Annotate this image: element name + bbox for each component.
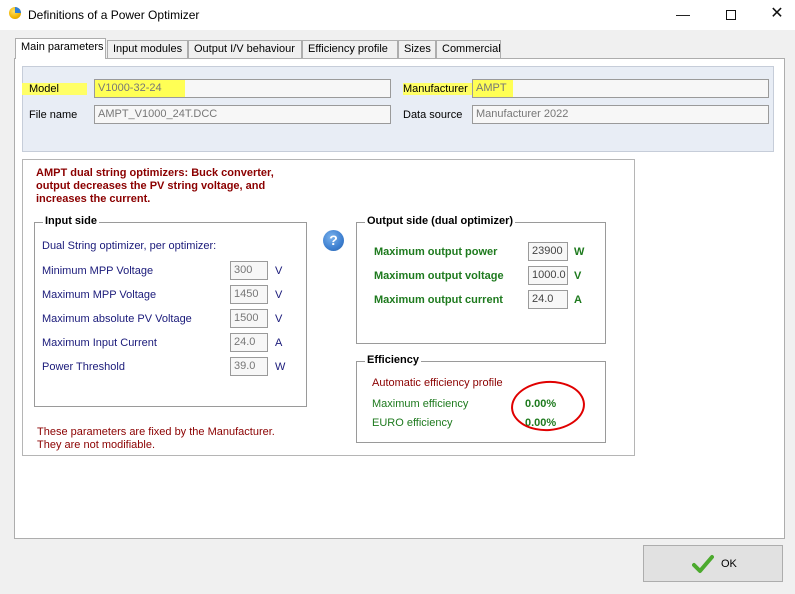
- max-mpp-voltage-field[interactable]: 1450: [230, 285, 268, 304]
- max-input-current-unit: A: [275, 337, 283, 349]
- power-threshold-field[interactable]: 39.0: [230, 357, 268, 376]
- max-output-power-label: Maximum output power: [374, 246, 498, 258]
- max-mpp-voltage-unit: V: [275, 289, 283, 301]
- dialog-window: Definitions of a Power Optimizer — ✕ Mai…: [0, 0, 795, 594]
- model-label: Model: [22, 83, 87, 95]
- efficiency-profile-label: Automatic efficiency profile: [372, 377, 503, 389]
- tab-efficiency-profile[interactable]: Efficiency profile: [302, 40, 398, 58]
- data-source-field[interactable]: Manufacturer 2022: [472, 105, 769, 124]
- power-threshold-unit: W: [275, 361, 286, 373]
- max-efficiency-label: Maximum efficiency: [372, 398, 469, 410]
- ok-button[interactable]: OK: [643, 545, 783, 582]
- efficiency-title: Efficiency: [365, 354, 421, 366]
- tab-sizes[interactable]: Sizes: [398, 40, 436, 58]
- max-output-voltage-label: Maximum output voltage: [374, 270, 504, 282]
- close-button[interactable]: ✕: [754, 0, 795, 30]
- optimizer-description: AMPT dual string optimizers: Buck conver…: [36, 167, 274, 205]
- max-pv-voltage-unit: V: [275, 313, 283, 325]
- app-logo-icon: [9, 7, 21, 19]
- max-output-voltage-field[interactable]: 1000.0: [528, 266, 568, 285]
- output-side-title: Output side (dual optimizer): [365, 215, 516, 227]
- model-field[interactable]: V1000-32-24: [94, 79, 391, 98]
- tab-main-parameters[interactable]: Main parameters: [15, 38, 106, 59]
- min-mpp-voltage-unit: V: [275, 265, 283, 277]
- file-name-label: File name: [29, 109, 78, 121]
- input-side-title: Input side: [43, 215, 99, 227]
- maximize-button[interactable]: [708, 0, 754, 30]
- tab-commercial[interactable]: Commercial: [436, 40, 501, 58]
- tab-input-modules[interactable]: Input modules: [107, 40, 188, 58]
- help-icon[interactable]: ?: [323, 230, 344, 251]
- max-output-voltage-unit: V: [574, 270, 582, 282]
- euro-efficiency-label: EURO efficiency: [372, 417, 453, 429]
- power-threshold-label: Power Threshold: [42, 361, 125, 373]
- max-output-power-field[interactable]: 23900: [528, 242, 568, 261]
- output-side-group: Output side (dual optimizer) Maximum out…: [356, 215, 606, 344]
- maximize-icon: [726, 10, 736, 20]
- checkmark-icon: [692, 555, 714, 573]
- manufacturer-label: Manufacturer: [403, 83, 480, 95]
- max-output-power-unit: W: [574, 246, 585, 258]
- max-output-current-field[interactable]: 24.0: [528, 290, 568, 309]
- identification-box: Model V1000-32-24 Manufacturer AMPT File…: [22, 66, 774, 152]
- title-bar: Definitions of a Power Optimizer — ✕: [0, 0, 795, 30]
- max-output-current-label: Maximum output current: [374, 294, 503, 306]
- min-mpp-voltage-label: Minimum MPP Voltage: [42, 265, 154, 277]
- data-source-label: Data source: [403, 109, 463, 121]
- min-mpp-voltage-field[interactable]: 300: [230, 261, 268, 280]
- window-title: Definitions of a Power Optimizer: [28, 8, 200, 22]
- fixed-note-line-2: They are not modifiable.: [37, 439, 156, 451]
- max-pv-voltage-field[interactable]: 1500: [230, 309, 268, 328]
- main-parameters-panel: Model V1000-32-24 Manufacturer AMPT File…: [14, 58, 785, 539]
- max-mpp-voltage-label: Maximum MPP Voltage: [42, 289, 157, 301]
- max-input-current-field[interactable]: 24.0: [230, 333, 268, 352]
- manufacturer-field[interactable]: AMPT: [472, 79, 769, 98]
- max-input-current-label: Maximum Input Current: [42, 337, 157, 349]
- tab-output-iv-behaviour[interactable]: Output I/V behaviour: [188, 40, 302, 58]
- input-side-group: Input side Dual String optimizer, per op…: [34, 215, 307, 407]
- max-pv-voltage-label: Maximum absolute PV Voltage: [42, 313, 192, 325]
- ok-button-label: OK: [721, 558, 737, 570]
- parameters-box: AMPT dual string optimizers: Buck conver…: [22, 159, 635, 456]
- file-name-field[interactable]: AMPT_V1000_24T.DCC: [94, 105, 391, 124]
- fixed-parameters-note: These parameters are fixed by the Manufa…: [37, 426, 275, 452]
- minimize-button[interactable]: —: [660, 0, 706, 30]
- max-output-current-unit: A: [574, 294, 582, 306]
- fixed-note-line-1: These parameters are fixed by the Manufa…: [37, 426, 275, 438]
- input-side-subtitle: Dual String optimizer, per optimizer:: [42, 240, 217, 252]
